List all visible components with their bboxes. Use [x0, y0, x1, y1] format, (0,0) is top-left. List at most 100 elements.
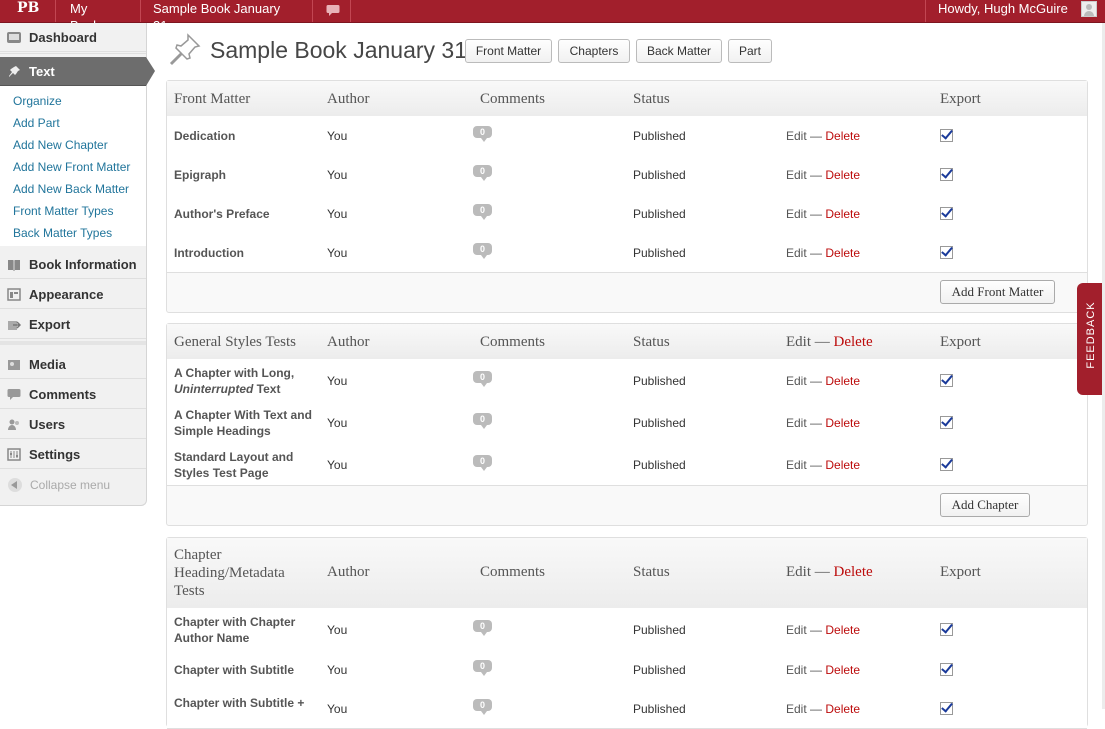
row-status: Published	[633, 207, 686, 221]
column-author: Author	[327, 334, 370, 350]
comment-count-badge[interactable]: 0	[473, 165, 492, 181]
export-checkbox[interactable]	[940, 246, 953, 259]
column-status: Status	[633, 91, 670, 107]
table-row: Standard Layout and Styles Test Page You …	[167, 443, 1087, 486]
menu-text[interactable]: Text	[0, 57, 155, 86]
row-title[interactable]: Author's Preface	[174, 206, 304, 222]
table-row: Epigraph You 0 Published Edit — Delete	[167, 155, 1087, 195]
row-title[interactable]: Chapter with Chapter Author Name	[174, 614, 304, 646]
submenu-add-new-back-matter[interactable]: Add New Back Matter	[13, 182, 129, 196]
edit-link[interactable]: Edit	[786, 246, 807, 260]
comment-count-badge[interactable]: 0	[473, 413, 492, 429]
delete-link[interactable]: Delete	[825, 207, 860, 221]
pressbooks-logo[interactable]: PB	[0, 0, 56, 22]
row-actions: Edit — Delete	[786, 246, 861, 260]
submenu-add-part[interactable]: Add Part	[13, 116, 60, 130]
comments-icon	[7, 389, 21, 400]
edit-link[interactable]: Edit	[786, 458, 807, 472]
feedback-label: FEEDBACK	[1085, 301, 1097, 369]
export-checkbox[interactable]	[940, 458, 953, 471]
row-status: Published	[633, 702, 686, 716]
row-status: Published	[633, 168, 686, 182]
submenu-add-new-chapter[interactable]: Add New Chapter	[13, 138, 108, 152]
submenu-add-new-front-matter[interactable]: Add New Front Matter	[13, 160, 130, 174]
settings-icon	[7, 448, 21, 461]
menu-appearance[interactable]: Appearance	[0, 280, 146, 309]
comment-count-badge[interactable]: 0	[473, 620, 492, 636]
back-matter-button[interactable]: Back Matter	[636, 39, 722, 63]
edit-link[interactable]: Edit	[786, 416, 807, 430]
export-checkbox[interactable]	[940, 374, 953, 387]
row-author: You	[327, 458, 348, 472]
export-checkbox[interactable]	[940, 129, 953, 142]
row-title[interactable]: Epigraph	[174, 167, 304, 183]
edit-link[interactable]: Edit	[786, 374, 807, 388]
comment-count-badge[interactable]: 0	[473, 455, 492, 471]
edit-link[interactable]: Edit	[786, 663, 807, 677]
comments-icon[interactable]	[313, 0, 351, 22]
comment-count-badge[interactable]: 0	[473, 204, 492, 220]
menu-export[interactable]: Export	[0, 310, 146, 339]
comment-count-badge[interactable]: 0	[473, 699, 492, 715]
edit-link[interactable]: Edit	[786, 129, 807, 143]
menu-book-information[interactable]: Book Information	[0, 250, 146, 279]
comment-count-badge[interactable]: 0	[473, 371, 492, 387]
column-export: Export	[940, 91, 981, 107]
menu-settings[interactable]: Settings	[0, 440, 146, 469]
delete-link[interactable]: Delete	[825, 416, 860, 430]
delete-link[interactable]: Delete	[825, 168, 860, 182]
delete-link[interactable]: Delete	[825, 246, 860, 260]
submenu-organize[interactable]: Organize	[13, 94, 62, 108]
row-actions: Edit — Delete	[786, 702, 861, 716]
row-status: Published	[633, 663, 686, 677]
row-status: Published	[633, 458, 686, 472]
menu-comments[interactable]: Comments	[0, 380, 146, 409]
edit-link[interactable]: Edit	[786, 207, 807, 221]
edit-link[interactable]: Edit	[786, 623, 807, 637]
current-book-link[interactable]: Sample Book January 31	[141, 0, 313, 33]
export-checkbox[interactable]	[940, 663, 953, 676]
menu-users[interactable]: Users	[0, 410, 146, 439]
my-books-link[interactable]: My Books	[56, 0, 141, 33]
delete-link[interactable]: Delete	[825, 663, 860, 677]
part-button[interactable]: Part	[728, 39, 772, 63]
menu-dashboard[interactable]: Dashboard	[0, 23, 146, 52]
row-title[interactable]: Standard Layout and Styles Test Page	[174, 449, 304, 481]
chapters-button[interactable]: Chapters	[558, 39, 630, 63]
add-front-matter-button[interactable]: Add Front Matter	[940, 280, 1055, 304]
user-menu[interactable]: Howdy, Hugh McGuire	[925, 0, 1105, 22]
page-title: Sample Book January 31	[210, 37, 467, 63]
delete-link[interactable]: Delete	[825, 623, 860, 637]
export-checkbox[interactable]	[940, 623, 953, 636]
edit-link[interactable]: Edit	[786, 168, 807, 182]
front-matter-button[interactable]: Front Matter	[465, 39, 552, 63]
row-title[interactable]: A Chapter With Text and Simple Headings	[174, 407, 319, 439]
delete-link[interactable]: Delete	[825, 129, 860, 143]
delete-link[interactable]: Delete	[825, 702, 860, 716]
export-checkbox[interactable]	[940, 416, 953, 429]
collapse-menu[interactable]: Collapse menu	[8, 478, 110, 492]
row-status: Published	[633, 374, 686, 388]
comment-count-badge[interactable]: 0	[473, 126, 492, 142]
row-title[interactable]: A Chapter with Long, Uninterrupted Text	[174, 365, 304, 397]
edit-link[interactable]: Edit	[786, 702, 807, 716]
row-author: You	[327, 623, 348, 637]
column-author: Author	[327, 564, 370, 580]
submenu-back-matter-types[interactable]: Back Matter Types	[13, 226, 112, 240]
delete-link[interactable]: Delete	[825, 458, 860, 472]
row-title[interactable]: Introduction	[174, 245, 304, 261]
export-checkbox[interactable]	[940, 207, 953, 220]
column-author: Author	[327, 91, 370, 107]
row-title[interactable]: Dedication	[174, 128, 304, 144]
comment-count-badge[interactable]: 0	[473, 243, 492, 259]
delete-link[interactable]: Delete	[825, 374, 860, 388]
menu-media[interactable]: Media	[0, 350, 146, 379]
feedback-tab[interactable]: FEEDBACK	[1077, 283, 1105, 395]
row-title[interactable]: Chapter with Subtitle	[174, 662, 319, 678]
add-chapter-button[interactable]: Add Chapter	[940, 493, 1030, 517]
comment-count-badge[interactable]: 0	[473, 660, 492, 676]
row-actions: Edit — Delete	[786, 623, 861, 637]
submenu-front-matter-types[interactable]: Front Matter Types	[13, 204, 113, 218]
column-title: General Styles Tests	[174, 334, 296, 350]
export-checkbox[interactable]	[940, 168, 953, 181]
